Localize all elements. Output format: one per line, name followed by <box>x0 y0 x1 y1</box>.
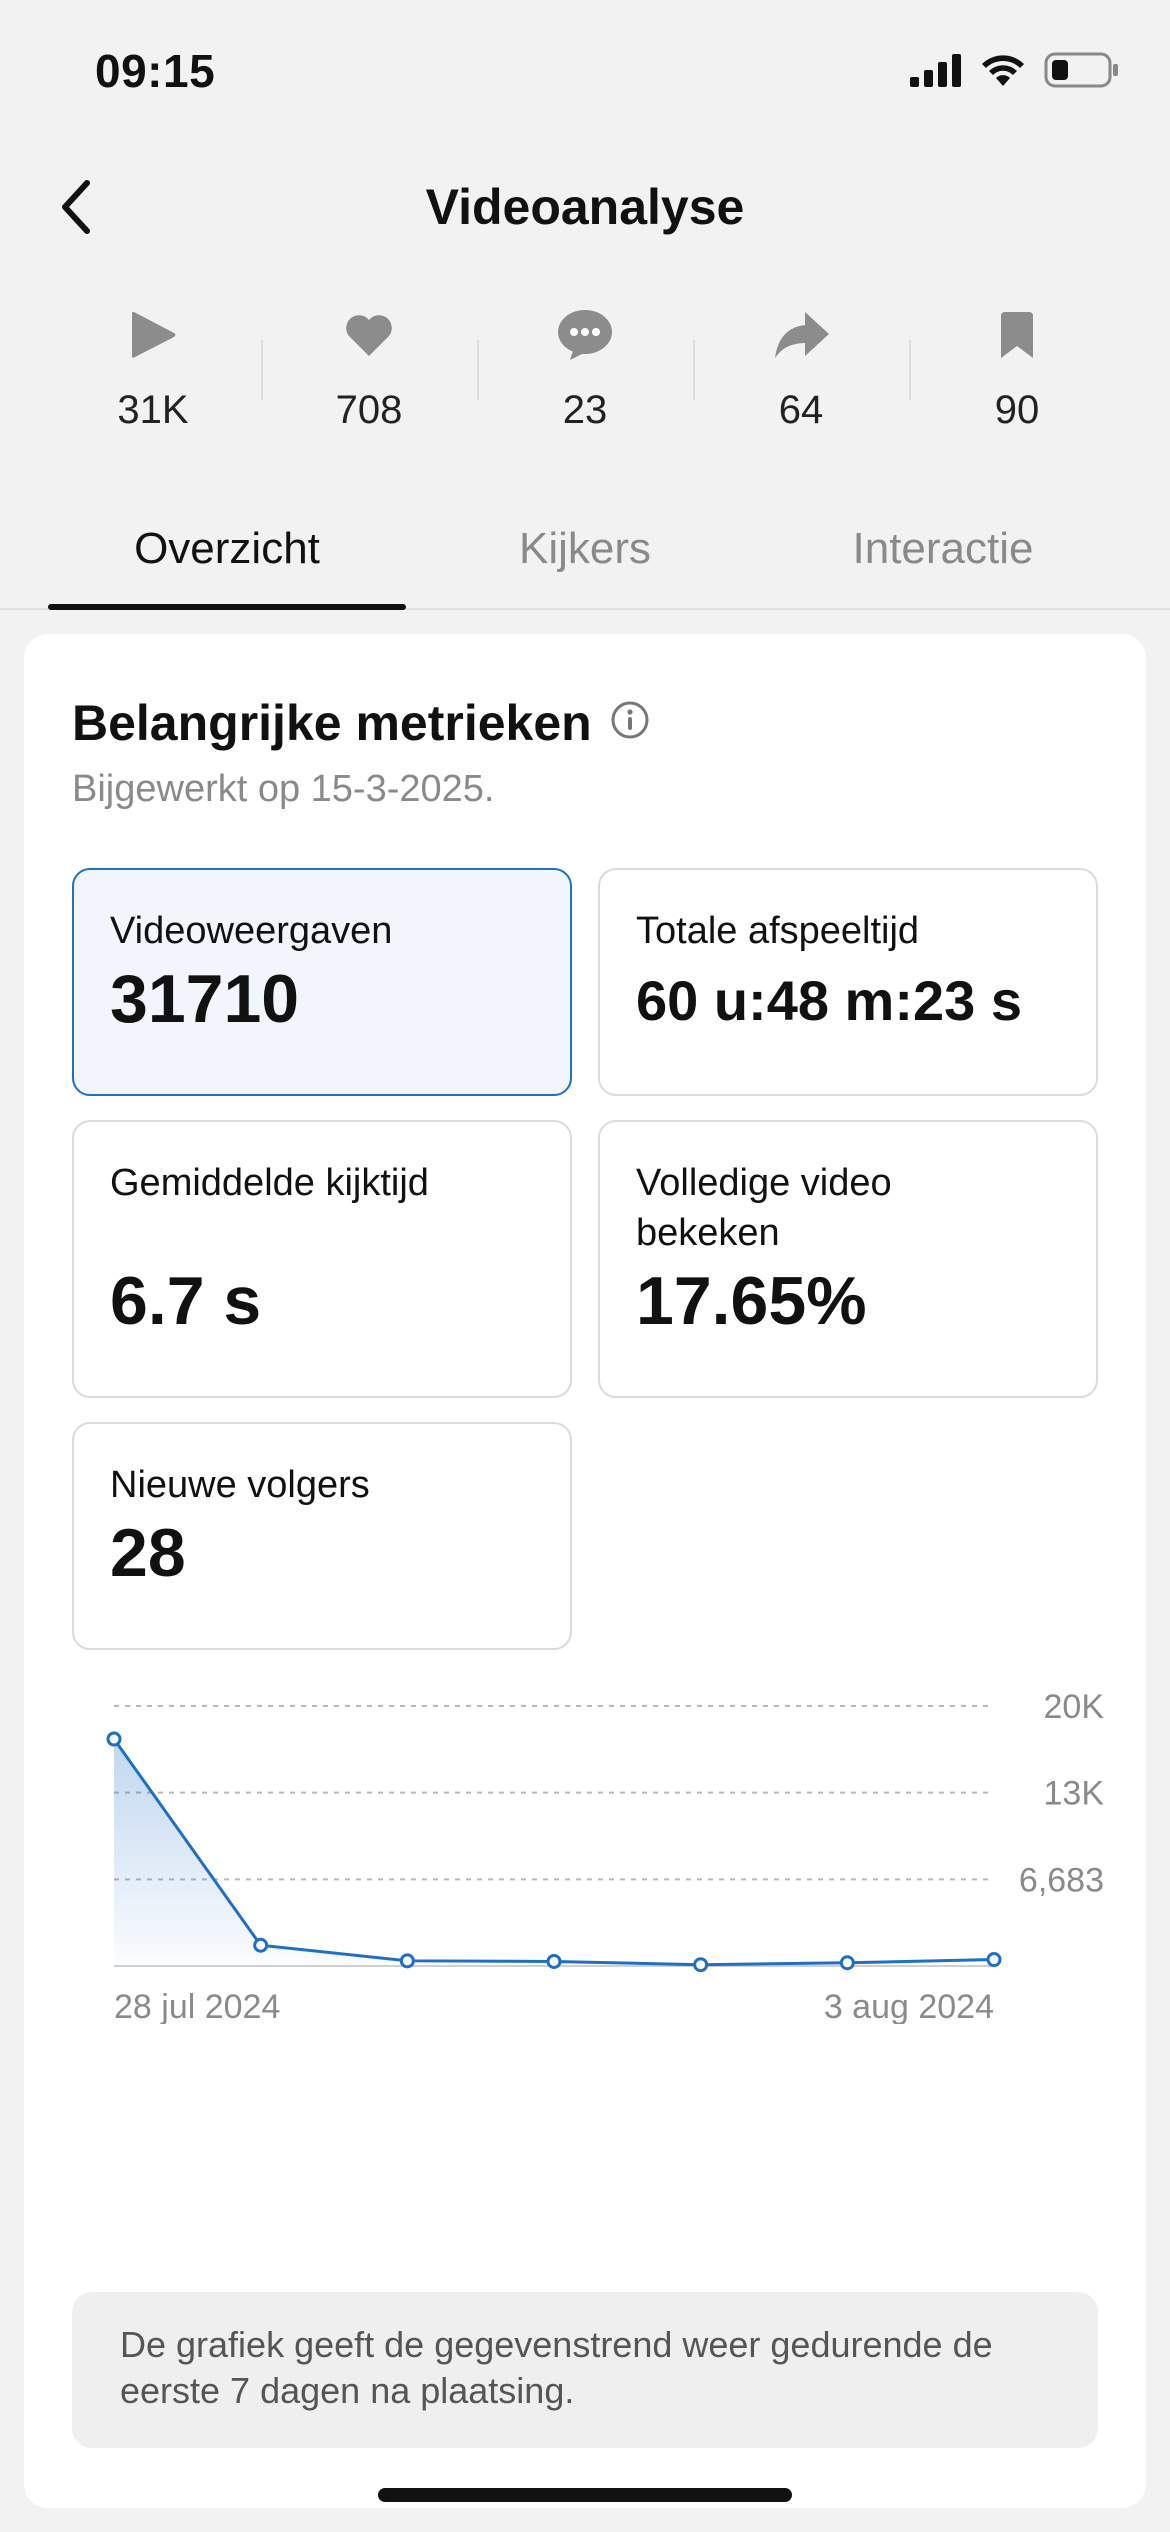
metric-label: Totale afspeeltijd <box>636 910 920 952</box>
metric-value: 17.65% <box>636 1263 867 1339</box>
metric-label: Volledige video bekeken <box>636 1162 892 1254</box>
metric-value: 28 <box>110 1515 186 1591</box>
nav-header: Videoanalyse <box>0 160 1170 250</box>
chart-point <box>986 1952 1002 1968</box>
stat-saves: 90 <box>909 300 1125 460</box>
y-tick-label: 13K <box>1044 1775 1105 1813</box>
bookmark-icon <box>997 300 1037 370</box>
metric-volledig-bekeken[interactable]: Volledige video bekeken 17.65% <box>598 1120 1098 1398</box>
tab-kijkers[interactable]: Kijkers <box>406 510 764 608</box>
updated-text: Bijgewerkt op 15-3-2025. <box>72 768 495 810</box>
x-tick-label: 3 aug 2024 <box>824 1988 994 2024</box>
metric-value: 60 u:48 m:23 s <box>636 969 1022 1032</box>
home-indicator <box>378 2488 792 2502</box>
stat-likes: 708 <box>261 300 477 460</box>
stat-value: 23 <box>562 388 608 432</box>
play-icon <box>128 300 178 370</box>
info-icon[interactable] <box>610 694 650 752</box>
status-bar: 09:15 <box>0 0 1170 150</box>
metric-videoweergaven[interactable]: Videoweergaven 31710 <box>72 868 572 1096</box>
signal-icon <box>910 53 962 92</box>
stats-row: 31K 708 23 64 90 <box>45 300 1125 460</box>
battery-icon <box>1044 52 1120 93</box>
share-icon <box>771 300 831 370</box>
chart-point <box>106 1731 122 1747</box>
chart-point <box>839 1955 855 1971</box>
stat-value: 708 <box>335 388 403 432</box>
tab-bar: Overzicht Kijkers Interactie <box>0 510 1170 610</box>
stat-views: 31K <box>45 300 261 460</box>
chart-area <box>114 1739 994 1966</box>
heart-icon <box>343 300 395 370</box>
y-tick-label: 6,683 <box>1019 1861 1104 1899</box>
status-icons <box>910 52 1120 93</box>
stat-value: 31K <box>117 388 189 432</box>
chart-note: De grafiek geeft de gegevenstrend weer g… <box>72 2292 1098 2448</box>
metric-label: Gemiddelde kijktijd <box>110 1162 429 1204</box>
stat-comments: 23 <box>477 300 693 460</box>
status-time: 09:15 <box>95 45 216 97</box>
metric-kijktijd[interactable]: Gemiddelde kijktijd 6.7 s <box>72 1120 572 1398</box>
metric-nieuwe-volgers[interactable]: Nieuwe volgers 28 <box>72 1422 572 1650</box>
card-title: Belangrijke metrieken <box>72 694 650 752</box>
stat-shares: 64 <box>693 300 909 460</box>
stat-value: 64 <box>778 388 824 432</box>
views-trend-chart: 20K 13K 6,683 28 jul 2024 3 aug 2024 <box>106 1694 1105 2024</box>
card-title-text: Belangrijke metrieken <box>72 695 592 751</box>
chart-point <box>693 1957 709 1973</box>
metrics-card: Belangrijke metrieken Bijgewerkt op 15-3… <box>24 634 1146 2508</box>
y-tick-label: 20K <box>1044 1694 1105 1726</box>
metric-afspeeltijd[interactable]: Totale afspeeltijd 60 u:48 m:23 s <box>598 868 1098 1096</box>
chart-point <box>546 1953 562 1969</box>
metric-value: 31710 <box>110 961 300 1037</box>
page-title: Videoanalyse <box>425 179 745 235</box>
metric-value: 6.7 s <box>110 1263 262 1339</box>
chart-point <box>399 1953 415 1969</box>
wifi-icon <box>980 53 1026 92</box>
tab-overzicht[interactable]: Overzicht <box>48 510 406 610</box>
x-tick-label: 28 jul 2024 <box>114 1988 280 2024</box>
metric-label: Nieuwe volgers <box>110 1464 370 1506</box>
chart-point <box>253 1937 269 1953</box>
stat-value: 90 <box>994 388 1040 432</box>
metric-label: Videoweergaven <box>110 910 393 952</box>
comment-icon <box>556 300 614 370</box>
tab-interactie[interactable]: Interactie <box>764 510 1122 608</box>
